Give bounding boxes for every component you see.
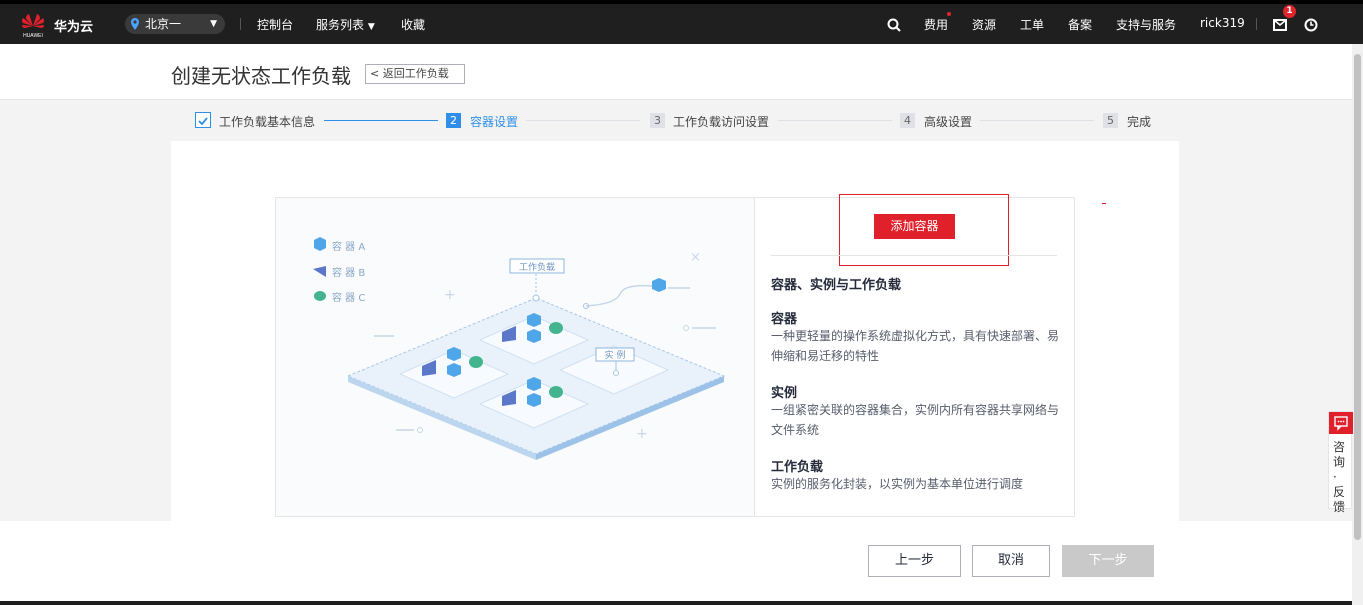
consult-label: 咨询·反馈 bbox=[1333, 440, 1346, 514]
legend: 容 器 A 容 器 B 容 器 C bbox=[313, 237, 365, 304]
section-workload-text: 实例的服务化封装，以实例为基本单位进行调度 bbox=[771, 477, 1024, 491]
billing-dot bbox=[947, 12, 951, 16]
brand-name[interactable]: 华为云 bbox=[54, 16, 93, 35]
chevron-down-icon: ▼ bbox=[367, 22, 375, 32]
step-connector bbox=[526, 120, 640, 121]
scrollbar-thumb[interactable] bbox=[1354, 54, 1361, 540]
red-mark bbox=[1102, 203, 1106, 204]
step-3-label: 工作负载访问设置 bbox=[673, 115, 770, 129]
clock-icon[interactable] bbox=[1304, 18, 1318, 32]
back-button-label: 返回工作负载 bbox=[382, 67, 449, 80]
logo-text: HUAWEI bbox=[23, 33, 43, 39]
prev-step-button[interactable]: 上一步 bbox=[868, 545, 961, 577]
svg-text:×: × bbox=[690, 250, 701, 265]
section-instance-heading: 实例 bbox=[771, 386, 798, 401]
cancel-button[interactable]: 取消 bbox=[972, 545, 1050, 577]
consult-feedback-widget[interactable]: 咨询·反馈 bbox=[1328, 411, 1353, 514]
legend-container-b: 容 器 B bbox=[332, 266, 365, 279]
next-step-button[interactable]: 下一步 bbox=[1062, 545, 1154, 577]
page-header: 创建无状态工作负载 < 返回工作负载 bbox=[0, 44, 1352, 100]
nav-divider bbox=[1256, 18, 1257, 30]
chevron-left-icon: < bbox=[370, 67, 380, 80]
section-container-text: 一种更轻量的操作系统虚拟化方式，具有快速部署、易伸缩和易迁移的特性 bbox=[771, 329, 1060, 363]
tag-instance: 实 例 bbox=[605, 349, 626, 361]
region-label: 北京一 bbox=[145, 17, 182, 31]
nav-icp[interactable]: 备案 bbox=[1068, 16, 1092, 33]
mail-badge: 1 bbox=[1283, 5, 1296, 18]
step-connector bbox=[778, 120, 892, 121]
top-navbar: HUAWEI 华为云 北京一 ▼ 控制台 服务列表 ▼ 收藏 费用 资源 工单 … bbox=[0, 0, 1363, 44]
step-2-number: 2 bbox=[446, 113, 461, 128]
back-to-workloads-button[interactable]: < 返回工作负载 bbox=[365, 64, 465, 84]
huawei-logo[interactable]: HUAWEI bbox=[20, 11, 46, 39]
step-5-label: 完成 bbox=[1127, 115, 1152, 129]
step-1-label: 工作负载基本信息 bbox=[219, 115, 316, 129]
svg-text:+: + bbox=[444, 287, 456, 303]
step-5-number: 5 bbox=[1103, 113, 1118, 128]
nav-divider bbox=[240, 18, 241, 30]
search-icon[interactable] bbox=[887, 18, 901, 32]
step-3-number: 3 bbox=[650, 113, 665, 128]
nav-favorites[interactable]: 收藏 bbox=[401, 16, 425, 33]
nav-service-list-label: 服务列表 bbox=[316, 18, 365, 32]
section-instance-text: 一组紧密关联的容器集合，实例内所有容器共享网络与文件系统 bbox=[771, 403, 1060, 437]
info-title: 容器、实例与工作负载 bbox=[771, 278, 902, 293]
mail-icon[interactable] bbox=[1273, 19, 1287, 31]
step-connector-done bbox=[324, 120, 438, 121]
user-name[interactable]: rick319 bbox=[1200, 16, 1245, 30]
isometric-diagram: 容 器 A 容 器 B 容 器 C + + × 工作负载 实 例 bbox=[313, 237, 726, 460]
section-container-heading: 容器 bbox=[771, 312, 798, 327]
step-2-label: 容器设置 bbox=[470, 115, 519, 129]
nav-tickets[interactable]: 工单 bbox=[1020, 16, 1044, 33]
page-title: 创建无状态工作负载 bbox=[171, 64, 351, 88]
chevron-down-icon: ▼ bbox=[210, 19, 217, 29]
region-selector[interactable]: 北京一 ▼ bbox=[125, 14, 225, 34]
legend-container-c: 容 器 C bbox=[332, 291, 365, 304]
container-illustration: 容 器 A 容 器 B 容 器 C + + × 工作负载 实 例 bbox=[275, 197, 755, 517]
nav-billing[interactable]: 费用 bbox=[924, 16, 948, 33]
nav-service-list[interactable]: 服务列表 ▼ bbox=[316, 16, 375, 33]
step-4-number: 4 bbox=[900, 113, 915, 128]
chat-icon bbox=[1329, 412, 1353, 434]
svg-text:+: + bbox=[636, 426, 648, 442]
nav-support[interactable]: 支持与服务 bbox=[1116, 16, 1176, 33]
location-pin-icon bbox=[131, 18, 139, 30]
legend-container-a: 容 器 A bbox=[332, 240, 365, 253]
step-connector bbox=[980, 120, 1094, 121]
bottom-bar bbox=[0, 601, 1363, 605]
step-4-label: 高级设置 bbox=[924, 115, 973, 129]
nav-console[interactable]: 控制台 bbox=[257, 16, 293, 33]
section-workload-heading: 工作负载 bbox=[771, 460, 824, 475]
info-divider bbox=[771, 255, 1057, 256]
tag-workload: 工作负载 bbox=[519, 261, 555, 273]
nav-resources[interactable]: 资源 bbox=[972, 16, 996, 33]
